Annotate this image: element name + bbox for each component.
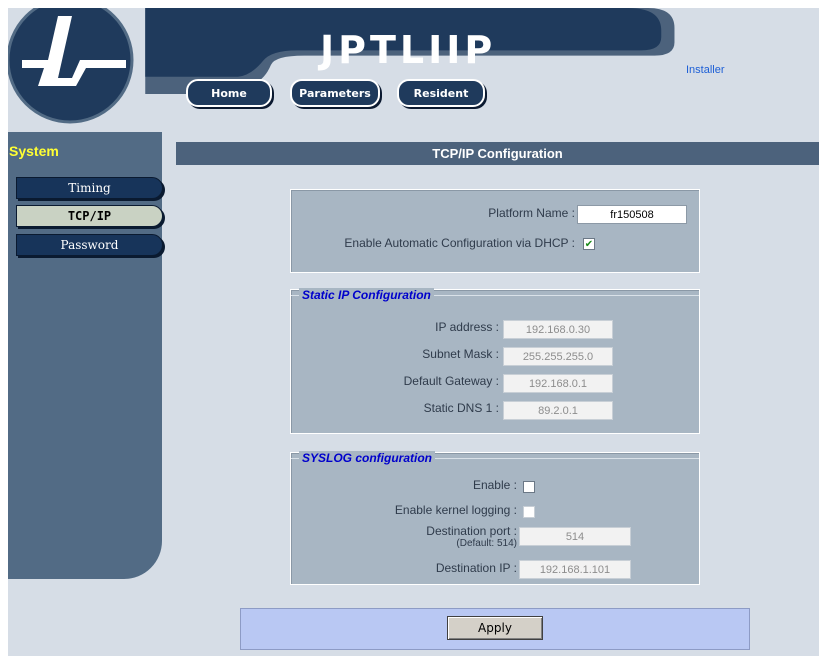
syslog-panel: SYSLOG configuration Enable : Enable ker… (290, 451, 700, 585)
page-frame: JPTLIIP Installer Home Parameters Reside… (8, 8, 819, 656)
platform-panel: Platform Name : Enable Automatic Configu… (290, 189, 700, 273)
destination-ip-label: Destination IP : (435, 561, 517, 575)
static-ip-panel: Static IP Configuration IP address : Sub… (290, 288, 700, 434)
brand-logo (8, 8, 134, 124)
sidebar-item-timing[interactable]: Timing (16, 177, 163, 199)
destination-port-label: Destination port : (426, 524, 517, 538)
checkmark-icon: ✔ (584, 238, 594, 250)
syslog-legend: SYSLOG configuration (299, 451, 436, 465)
section-title: TCP/IP Configuration (176, 142, 819, 165)
apply-button[interactable]: Apply (447, 616, 543, 640)
static-ip-legend: Static IP Configuration (299, 288, 434, 302)
nav-parameters-button[interactable]: Parameters (290, 79, 380, 107)
kernel-logging-checkbox[interactable] (523, 506, 535, 518)
sidebar-title: System (9, 143, 59, 159)
destination-port-hint: (Default: 514) (456, 538, 517, 549)
sidebar-item-tcpip[interactable]: TCP/IP (16, 205, 163, 227)
sidebar (8, 132, 162, 579)
dns-label: Static DNS 1 : (423, 401, 499, 415)
app-title: JPTLIIP (320, 28, 497, 72)
dhcp-checkbox[interactable]: ✔ (583, 238, 595, 250)
platform-name-input[interactable] (577, 205, 687, 224)
syslog-enable-label: Enable : (472, 478, 517, 492)
gateway-label: Default Gateway : (403, 374, 499, 388)
ip-address-input[interactable] (503, 320, 613, 339)
gateway-input[interactable] (503, 374, 613, 393)
destination-port-input[interactable] (519, 527, 631, 546)
nav-resident-button[interactable]: Resident (397, 79, 485, 107)
installer-link[interactable]: Installer (686, 64, 725, 76)
ip-address-label: IP address : (435, 320, 499, 334)
subnet-mask-label: Subnet Mask : (422, 347, 499, 361)
sidebar-item-password[interactable]: Password (16, 234, 163, 256)
destination-ip-input[interactable] (519, 560, 631, 579)
platform-name-label: Platform Name : (488, 206, 575, 220)
dhcp-label: Enable Automatic Configuration via DHCP … (344, 236, 575, 250)
dns-input[interactable] (503, 401, 613, 420)
syslog-enable-checkbox[interactable] (523, 481, 535, 493)
nav-home-button[interactable]: Home (186, 79, 272, 107)
apply-bar: Apply (240, 608, 750, 650)
subnet-mask-input[interactable] (503, 347, 613, 366)
kernel-logging-label: Enable kernel logging : (394, 503, 517, 517)
